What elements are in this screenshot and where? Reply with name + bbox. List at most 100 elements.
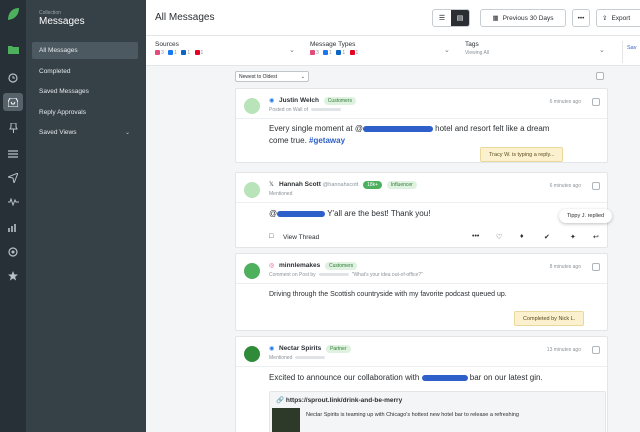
message-meta: Comment on Post by "What's your idea out-… [269,272,423,278]
message-checkbox[interactable] [592,98,600,106]
select-all-checkbox[interactable] [596,72,604,80]
message-text: Excited to announce our collaboration wi… [269,373,422,382]
redacted-mention [421,374,468,381]
message-meta: Mentioned [269,355,328,361]
hashtag-link[interactable]: #getaway [309,136,345,145]
message-card[interactable]: 𝕏 Hannah Scott @hannahscott 18k+ Influen… [235,172,608,248]
sources-counts: 3 1 1 1 [155,50,301,56]
sources-filter[interactable]: Sources 3 1 1 1 ⌄ [155,41,301,63]
filter-bar: Sources 3 1 1 1 ⌄ Message Types 3 1 1 1 … [146,36,640,66]
message-card[interactable]: ◉ Justin Welch Customers Posted on Wall … [235,88,608,163]
shield-icon[interactable] [3,243,23,261]
author-name: Justin Welch Customers [279,97,356,105]
saved-views-link[interactable]: Sav [622,41,640,63]
facebook-icon: ◉ [269,98,275,104]
export-button[interactable]: ⇪ Export [596,9,640,27]
instagram-icon [155,50,160,56]
message-checkbox[interactable] [592,182,600,190]
message-text: @ [269,209,278,218]
icon-rail [0,0,26,432]
author-label: Justin Welch [279,97,319,104]
nav-item-saved-messages[interactable]: Saved Messages [32,83,138,100]
facebook-icon [323,50,329,56]
tag-icon[interactable]: ♦ [520,233,524,240]
pin-icon[interactable]: ✦ [570,233,576,241]
message-card[interactable]: ◎ minnlemakes Customers Comment on Post … [235,253,608,331]
author-handle: @hannahscott [322,182,359,188]
pinterest-icon [349,50,355,56]
nav-item-saved-views[interactable]: Saved Views ⌄ [32,124,138,141]
message-body: Driving through the Scottish countryside… [269,291,507,298]
sort-select[interactable]: Newest to Oldest ⌄ [235,71,309,82]
message-checkbox[interactable] [592,346,600,354]
influencer-tag: Influencer [386,181,417,189]
export-icon: ⇪ [602,15,608,22]
thread-icon[interactable]: □ [269,233,273,240]
redacted-mention [277,210,326,217]
chevron-down-icon[interactable]: ⌄ [125,129,130,136]
redacted-text [311,108,342,112]
split-view-icon[interactable]: ▤ [451,10,469,26]
date-range-button[interactable]: ▦ Previous 30 Days [480,9,566,27]
list-icon[interactable] [3,145,23,163]
author-label: Nectar Spirits [279,345,322,352]
pin-icon[interactable] [3,119,23,137]
complete-check-icon[interactable]: ✔ [544,233,550,241]
instagram-icon: ◎ [269,263,275,269]
nav-item-label: Reply Approvals [39,109,86,116]
typing-indicator: Tracy W. is typing a reply... [480,147,564,162]
x-icon: 𝕏 [269,182,274,188]
reply-icon[interactable]: ↩ [593,233,599,241]
link-url-row: 🔗 https://sprout.link/drink-and-be-merry [276,396,402,404]
heart-icon[interactable]: ♡ [496,233,502,241]
paper-plane-icon[interactable] [3,169,23,187]
link-preview[interactable]: 🔗 https://sprout.link/drink-and-be-merry… [269,391,606,432]
nav-item-reply-approvals[interactable]: Reply Approvals [32,104,138,121]
view-thread-button[interactable]: View Thread [283,234,319,241]
clock-icon[interactable] [3,69,23,87]
nav-item-label: Completed [39,68,71,75]
view-toggle[interactable]: ☰ ▤ [432,9,470,27]
avatar [244,346,260,362]
message-meta: Mentioned [269,191,292,197]
inbox-folder-icon[interactable] [3,40,23,58]
tray-icon[interactable] [3,93,23,111]
chevron-down-icon: ⌄ [444,47,450,54]
page-header: All Messages ☰ ▤ ▦ Previous 30 Days ••• … [146,0,640,36]
meta-label: Mentioned [269,191,293,197]
count: 1 [329,50,332,56]
bar-chart-icon[interactable] [3,218,23,236]
message-card[interactable]: ◉ Nectar Spirits Partner Mentioned 13 mi… [235,336,608,432]
message-types-filter[interactable]: Message Types 3 1 1 1 ⌄ [310,41,456,63]
redacted-text [295,356,326,360]
ellipsis-icon[interactable]: ••• [472,233,479,240]
link-thumbnail [272,408,300,432]
tags-filter[interactable]: Tags Viewing All ⌄ [465,41,613,63]
count: 1 [355,50,359,56]
reply-tooltip: Tippy J. replied [559,209,613,223]
wave-icon[interactable] [3,193,23,211]
count: 3 [316,50,319,56]
message-checkbox[interactable] [592,263,600,271]
divider [236,202,607,203]
avatar [244,182,260,198]
date-range-label: Previous 30 Days [502,14,554,22]
list-view-icon[interactable]: ☰ [433,10,451,26]
nav-item-all-messages[interactable]: All Messages [32,42,138,59]
divider [236,366,607,367]
count: 1 [200,50,204,56]
link-url[interactable]: https://sprout.link/drink-and-be-merry [286,397,402,404]
count: 1 [187,50,191,56]
sprout-logo[interactable] [5,6,21,22]
partner-tag: Partner [326,345,351,353]
avatar [244,263,260,279]
redacted-mention [362,125,433,132]
message-feed: Newest to Oldest ⌄ ◉ Justin Welch Custom… [146,66,640,432]
message-types-label: Message Types [310,41,356,48]
star-icon[interactable] [3,267,23,285]
meta-label: Comment on Post by [269,272,316,278]
more-options-button[interactable]: ••• [572,9,590,27]
nav-item-completed[interactable]: Completed [32,63,138,80]
export-label: Export [611,14,631,22]
count: 3 [161,50,164,56]
